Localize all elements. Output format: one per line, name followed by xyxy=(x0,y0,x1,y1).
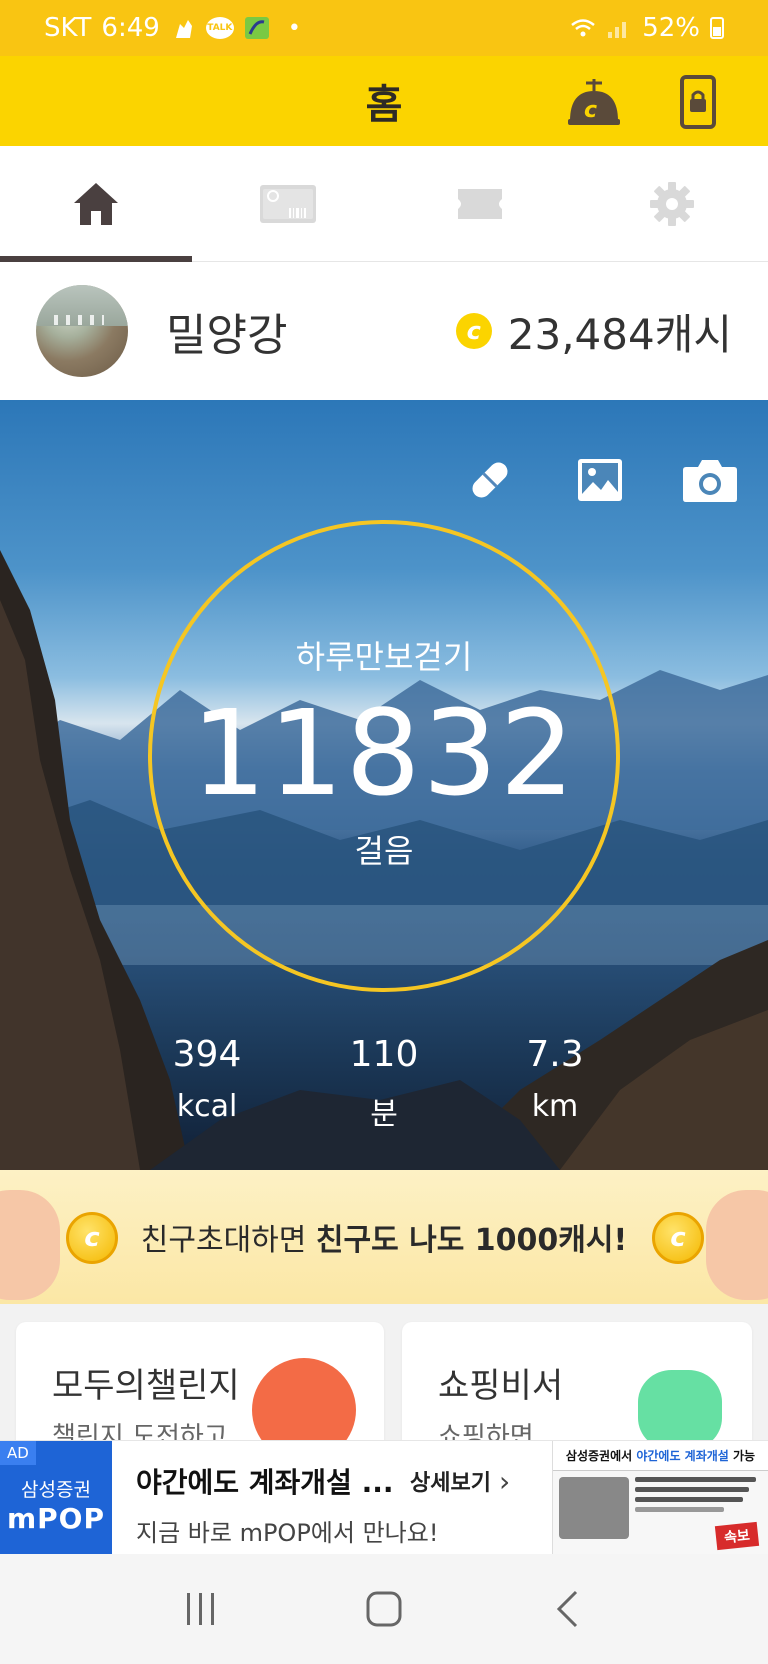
recent-apps-button[interactable] xyxy=(171,1579,231,1639)
invite-text-bold: 친구도 나도 1000캐시! xyxy=(315,1223,628,1258)
step-goal-label: 하루만보걷기 xyxy=(295,638,473,676)
cash-amount: 23,484캐시 xyxy=(507,309,732,359)
ad-title: 야간에도 계좌개설 ... xyxy=(136,1466,394,1499)
camera-button[interactable] xyxy=(680,450,740,510)
calories-unit: kcal xyxy=(176,1089,238,1124)
mascot-icon xyxy=(638,1370,722,1450)
svg-text:c: c xyxy=(584,98,597,123)
tab-coupons[interactable] xyxy=(384,146,576,261)
step-counter-panel: 하루만보걷기 11832 걸음 394 kcal 110 분 7.3 km xyxy=(0,400,768,1170)
wifi-icon xyxy=(571,19,595,37)
system-nav-bar xyxy=(0,1554,768,1664)
invite-text-normal: 친구초대하면 xyxy=(140,1223,316,1258)
tab-gift-shop[interactable] xyxy=(192,146,384,261)
ad-thumb-head-b: 야간에도 계좌개설 xyxy=(636,1449,729,1463)
distance-value: 7.3 xyxy=(526,1034,584,1075)
carrier-label: SKT xyxy=(44,13,92,43)
ad-thumbnail: 삼성증권에서 야간에도 계좌개설 가능 속보 xyxy=(552,1441,768,1554)
invite-banner[interactable]: c 친구초대하면 친구도 나도 1000캐시! c xyxy=(0,1170,768,1304)
status-left: SKT 6:49 TALK • xyxy=(44,13,570,43)
chevron-right-icon: › xyxy=(498,1464,511,1498)
header-actions: c xyxy=(564,72,728,132)
coin-icon: c xyxy=(66,1212,118,1264)
ad-thumb-head-c: 가능 xyxy=(728,1449,756,1463)
distance-unit: km xyxy=(531,1089,579,1124)
more-notifications-dot: • xyxy=(287,15,301,41)
feature-cards: 모두의챌린지 챌린지 도전하고 쇼핑비서 쇼핑하면 xyxy=(0,1304,768,1462)
camera-icon xyxy=(683,460,737,502)
back-button[interactable] xyxy=(537,1579,597,1639)
lock-screen-button[interactable] xyxy=(668,72,728,132)
battery-percent: 52% xyxy=(642,13,700,43)
step-ring[interactable]: 하루만보걷기 11832 걸음 xyxy=(148,520,620,992)
shopping-card-title: 쇼핑비서 xyxy=(438,1366,564,1406)
ad-details-link[interactable]: 상세보기 xyxy=(410,1465,491,1497)
clock: 6:49 xyxy=(101,13,160,43)
left-hand-graphic xyxy=(0,1190,60,1300)
home-icon xyxy=(74,182,118,225)
battery-icon xyxy=(710,17,724,39)
phone-lock-icon xyxy=(680,75,716,129)
cash-coin-icon: c xyxy=(455,313,492,349)
ad-body: 야간에도 계좌개설 ... 상세보기 › 지금 바로 mPOP에서 만나요! xyxy=(112,1441,552,1554)
gear-icon xyxy=(650,181,694,226)
hand-notification-icon xyxy=(175,20,192,38)
status-bar: SKT 6:49 TALK • 52% xyxy=(0,0,768,56)
image-icon xyxy=(578,459,622,501)
cash-balance[interactable]: c 23,484캐시 xyxy=(455,301,732,362)
talk-notification-icon: TALK xyxy=(205,17,234,39)
ad-thumb-head-a: 삼성증권에서 xyxy=(565,1449,637,1463)
tab-bar xyxy=(0,146,768,262)
ticket-icon xyxy=(458,188,502,219)
step-unit: 걸음 xyxy=(354,832,414,870)
status-right: 52% xyxy=(570,13,724,43)
ad-tag: AD xyxy=(0,1441,36,1465)
cash-store-icon: c xyxy=(568,79,620,125)
ad-breaking-stamp: 속보 xyxy=(715,1521,760,1551)
tab-settings[interactable] xyxy=(576,146,768,261)
ad-brand-bottom: mPOP xyxy=(6,1501,106,1535)
signal-icon xyxy=(608,22,627,38)
pill-icon xyxy=(472,462,508,498)
hero-actions xyxy=(460,450,740,510)
supplement-button[interactable] xyxy=(460,450,520,510)
tab-home[interactable] xyxy=(0,146,192,262)
username: 밀양강 xyxy=(166,310,288,361)
duration-stat: 110 분 xyxy=(314,1034,454,1133)
step-count: 11832 xyxy=(191,684,577,822)
duration-unit: 분 xyxy=(370,1097,398,1132)
home-nav-icon xyxy=(366,1591,402,1627)
ad-thumbnail-headline: 삼성증권에서 야간에도 계좌개설 가능 xyxy=(553,1441,768,1471)
calories-value: 394 xyxy=(172,1034,242,1075)
gallery-button[interactable] xyxy=(570,450,630,510)
ad-brand-logo: AD 삼성증권 mPOP xyxy=(0,1441,112,1554)
avatar[interactable] xyxy=(36,285,128,377)
ad-banner[interactable]: AD 삼성증권 mPOP 야간에도 계좌개설 ... 상세보기 › 지금 바로 … xyxy=(0,1440,768,1554)
ad-subtitle: 지금 바로 mPOP에서 만나요! xyxy=(136,1519,439,1547)
ad-title-row: 야간에도 계좌개설 ... 상세보기 › xyxy=(136,1461,552,1501)
distance-stat: 7.3 km xyxy=(485,1034,625,1124)
right-hand-graphic xyxy=(706,1190,768,1300)
app-notification-icon xyxy=(244,17,269,39)
gift-card-icon xyxy=(260,184,316,223)
duration-value: 110 xyxy=(349,1034,419,1075)
back-icon xyxy=(556,1590,577,1628)
app-header: 홈 c xyxy=(0,56,768,146)
coin-icon-right: c xyxy=(652,1212,704,1264)
home-nav-button[interactable] xyxy=(354,1579,414,1639)
calories-stat: 394 kcal xyxy=(137,1034,277,1124)
profile-row: 밀양강 c 23,484캐시 xyxy=(0,262,768,400)
invite-banner-text: 친구초대하면 친구도 나도 1000캐시! xyxy=(141,1215,627,1259)
challenge-card-title: 모두의챌린지 xyxy=(52,1366,240,1406)
ad-brand-top: 삼성증권 xyxy=(21,1478,91,1501)
page-title: 홈 xyxy=(365,82,403,128)
recent-apps-icon xyxy=(187,1593,215,1625)
ad-mascot-image xyxy=(559,1477,629,1539)
cash-store-button[interactable]: c xyxy=(564,72,624,132)
